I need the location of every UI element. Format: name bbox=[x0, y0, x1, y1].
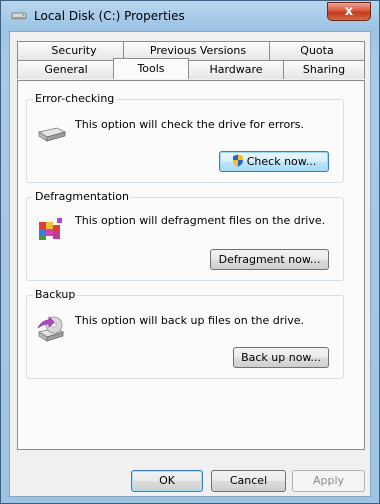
tab-hardware[interactable]: Hardware bbox=[187, 60, 285, 79]
defragmentation-description: This option will defragment files on the… bbox=[75, 214, 326, 227]
error-checking-group: Error-checking This option will check th… bbox=[26, 92, 344, 183]
defragmentation-group: Defragmentation This option will defragm… bbox=[26, 190, 344, 281]
tab-label: General bbox=[44, 63, 88, 76]
tools-tab-panel: Error-checking This option will check th… bbox=[17, 80, 365, 450]
button-label: Apply bbox=[312, 474, 345, 487]
check-now-button[interactable]: Check now... bbox=[219, 151, 329, 172]
uac-shield-icon bbox=[232, 154, 243, 167]
group-label: Error-checking bbox=[33, 92, 117, 105]
button-label: OK bbox=[159, 474, 175, 487]
button-label: Back up now... bbox=[241, 351, 321, 364]
title-bar[interactable]: Local Disk (C:) Properties x bbox=[1, 1, 379, 31]
group-label: Backup bbox=[33, 288, 78, 301]
close-icon: x bbox=[344, 4, 354, 19]
tab-general[interactable]: General bbox=[17, 60, 115, 79]
tab-label: Sharing bbox=[302, 63, 346, 76]
group-label: Defragmentation bbox=[33, 190, 131, 203]
tab-label: Tools bbox=[137, 62, 165, 75]
back-up-now-button[interactable]: Back up now... bbox=[233, 347, 329, 368]
cancel-button[interactable]: Cancel bbox=[211, 470, 286, 492]
window-title: Local Disk (C:) Properties bbox=[34, 9, 185, 23]
tab-label: Quota bbox=[300, 44, 334, 57]
error-checking-description: This option will check the drive for err… bbox=[75, 118, 304, 131]
tab-quota[interactable]: Quota bbox=[269, 41, 365, 60]
dialog-client-area: Security Previous Versions Quota General… bbox=[9, 31, 371, 497]
drive-title-icon bbox=[11, 12, 27, 20]
defragment-icon bbox=[39, 218, 62, 240]
backup-description: This option will back up files on the dr… bbox=[75, 314, 305, 327]
backup-icon bbox=[37, 316, 65, 342]
button-label: Defragment now... bbox=[218, 253, 321, 266]
close-button[interactable]: x bbox=[327, 2, 371, 21]
tab-label: Security bbox=[51, 44, 97, 57]
tab-tools[interactable]: Tools bbox=[113, 58, 189, 79]
defragment-now-button[interactable]: Defragment now... bbox=[210, 249, 329, 270]
apply-button[interactable]: Apply bbox=[292, 470, 365, 492]
ok-button[interactable]: OK bbox=[131, 470, 203, 492]
button-label: Check now... bbox=[246, 155, 317, 168]
backup-group: Backup This option will back up files on… bbox=[26, 288, 344, 379]
drive-icon bbox=[37, 127, 67, 142]
tab-sharing[interactable]: Sharing bbox=[283, 60, 365, 79]
button-label: Cancel bbox=[229, 474, 268, 487]
tab-label: Previous Versions bbox=[149, 44, 247, 57]
properties-window: Local Disk (C:) Properties x Security Pr… bbox=[0, 0, 380, 504]
tab-label: Hardware bbox=[209, 63, 263, 76]
